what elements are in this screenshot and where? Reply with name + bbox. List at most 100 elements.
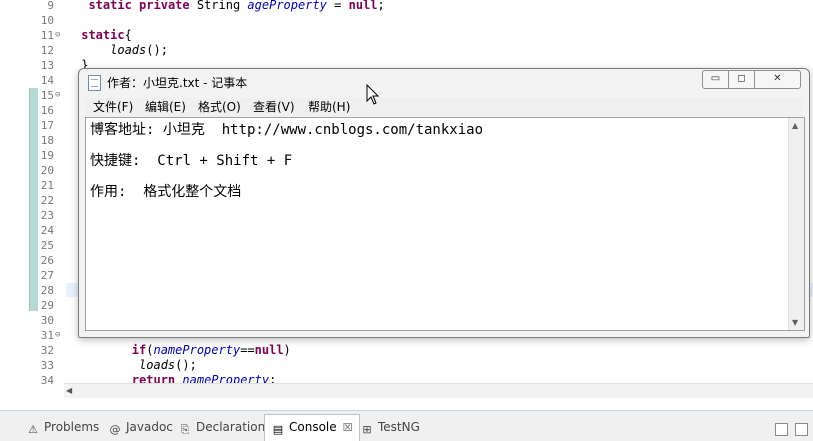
notepad-title-bar[interactable]: 作者：小坦克.txt - 记事本 ▭ ◻ ✕ <box>79 69 809 95</box>
close-tab-icon[interactable]: ☒ <box>343 421 353 434</box>
line-number: 16 <box>40 104 54 117</box>
code-token: private <box>139 0 190 12</box>
line-number: 25 <box>40 239 54 252</box>
notepad-vertical-scrollbar[interactable]: ▲ ▼ <box>788 118 804 330</box>
notepad-text-area[interactable]: 博客地址: 小坦克 http://www.cnblogs.com/tankxia… <box>85 117 805 331</box>
line-number: 11 <box>40 29 54 42</box>
code-line[interactable]: 32 if(nameProperty==null) <box>0 343 813 358</box>
console-icon: ▤ <box>272 423 284 436</box>
line-number: 34 <box>40 374 54 387</box>
tab-label: Declaration <box>196 420 266 434</box>
notepad-line-shortcut: 快捷键: Ctrl + Shift + F <box>90 153 293 169</box>
line-number: 30 <box>40 314 54 327</box>
line-number: 9 <box>47 0 54 12</box>
code-token: ; <box>377 0 385 12</box>
maximize-button[interactable]: ◻ <box>728 70 755 89</box>
testng-icon: ⊞ <box>362 423 372 436</box>
code-token: == <box>240 343 255 357</box>
tab-label: Problems <box>44 420 100 434</box>
line-number: 27 <box>40 269 54 282</box>
scroll-up-icon[interactable]: ▲ <box>792 121 798 130</box>
tab-console[interactable]: ▤ Console ☒ <box>264 414 360 441</box>
line-number: 33 <box>40 359 54 372</box>
menu-help[interactable]: 帮助(H) <box>308 99 350 115</box>
code-line[interactable]: 10 <box>0 13 813 28</box>
line-number: 13 <box>40 59 54 72</box>
tab-javadoc[interactable]: @ Javadoc <box>108 418 173 436</box>
notepad-line-purpose: 作用: 格式化整个文档 <box>90 184 242 200</box>
line-number: 22 <box>40 194 54 207</box>
line-number: 29 <box>40 299 54 312</box>
notepad-line-blog: 博客地址: 小坦克 http://www.cnblogs.com/tankxia… <box>90 122 484 138</box>
code-token: (); <box>175 358 197 372</box>
code-token: if <box>131 343 147 357</box>
notepad-app-icon <box>88 75 101 91</box>
code-token: static <box>81 28 125 42</box>
line-number: 10 <box>40 14 54 27</box>
code-line[interactable]: 9 static private String ageProperty = nu… <box>0 0 813 13</box>
declaration-icon: ⎘ <box>180 423 190 436</box>
line-number: 15 <box>40 89 54 102</box>
code-token: nameProperty <box>153 343 241 357</box>
fold-toggle-icon[interactable]: ⊖ <box>55 328 60 343</box>
scroll-left-icon[interactable]: ◀ <box>66 386 72 395</box>
line-number: 19 <box>40 149 54 162</box>
line-number: 31 <box>40 329 54 342</box>
maximize-view-icon[interactable] <box>795 423 808 436</box>
mouse-pointer-icon <box>366 84 380 105</box>
code-token: { <box>124 28 132 42</box>
notepad-window[interactable]: 作者：小坦克.txt - 记事本 ▭ ◻ ✕ 文件(F) 编辑(E) 格式(O)… <box>78 68 810 338</box>
code-text: loads(); <box>74 358 197 373</box>
javadoc-icon: @ <box>109 423 121 436</box>
problems-icon: ⚠ <box>28 423 38 436</box>
fold-toggle-icon[interactable]: ⊖ <box>55 28 60 43</box>
line-number: 24 <box>40 224 54 237</box>
tab-problems[interactable]: ⚠ Problems <box>26 418 99 436</box>
tab-label: Console <box>289 420 337 434</box>
code-token: null <box>348 0 378 12</box>
close-button[interactable]: ✕ <box>754 70 801 89</box>
tab-testng[interactable]: ⊞ TestNG <box>360 418 420 436</box>
minimize-view-icon[interactable] <box>775 423 788 436</box>
window-controls: ▭ ◻ ✕ <box>702 70 801 89</box>
menu-view[interactable]: 查看(V) <box>253 99 295 115</box>
code-token: ageProperty <box>247 0 327 12</box>
code-text: static private String ageProperty = null… <box>74 0 385 13</box>
code-token: null <box>254 343 284 357</box>
line-number: 14 <box>40 74 54 87</box>
line-number: 20 <box>40 164 54 177</box>
code-token: String <box>189 0 248 12</box>
menu-edit[interactable]: 编辑(E) <box>145 99 186 115</box>
scroll-down-icon[interactable]: ▼ <box>792 318 798 327</box>
minimize-button[interactable]: ▭ <box>702 70 729 89</box>
line-number: 17 <box>40 119 54 132</box>
tab-label: TestNG <box>378 420 420 434</box>
menu-file[interactable]: 文件(F) <box>93 99 133 115</box>
line-number: 28 <box>40 284 54 297</box>
code-line[interactable]: 11 ⊖ static{ <box>0 28 813 43</box>
code-text: if(nameProperty==null) <box>74 343 291 358</box>
code-text: static{ <box>74 28 132 43</box>
code-token: loads <box>110 43 147 57</box>
line-number: 26 <box>40 254 54 267</box>
code-line[interactable]: 33 loads(); <box>0 358 813 373</box>
code-text: loads(); <box>74 43 168 58</box>
tab-declaration[interactable]: ⎘ Declaration <box>178 418 266 436</box>
line-number: 21 <box>40 179 54 192</box>
notepad-title: 作者：小坦克.txt - 记事本 <box>107 76 248 90</box>
code-token: (); <box>146 43 168 57</box>
menu-format[interactable]: 格式(O) <box>198 99 241 115</box>
tab-label: Javadoc <box>126 420 173 434</box>
editor-horizontal-scrollbar[interactable]: ◀ <box>64 383 813 398</box>
line-number: 32 <box>40 344 54 357</box>
line-number: 23 <box>40 209 54 222</box>
fold-toggle-icon[interactable]: ⊖ <box>55 88 60 103</box>
views-tab-bar: ⚠ Problems @ Javadoc ⎘ Declaration ▤ Console ☒ ⊞ T… <box>0 410 813 441</box>
line-number: 18 <box>40 134 54 147</box>
code-line[interactable]: 12 loads(); <box>0 43 813 58</box>
